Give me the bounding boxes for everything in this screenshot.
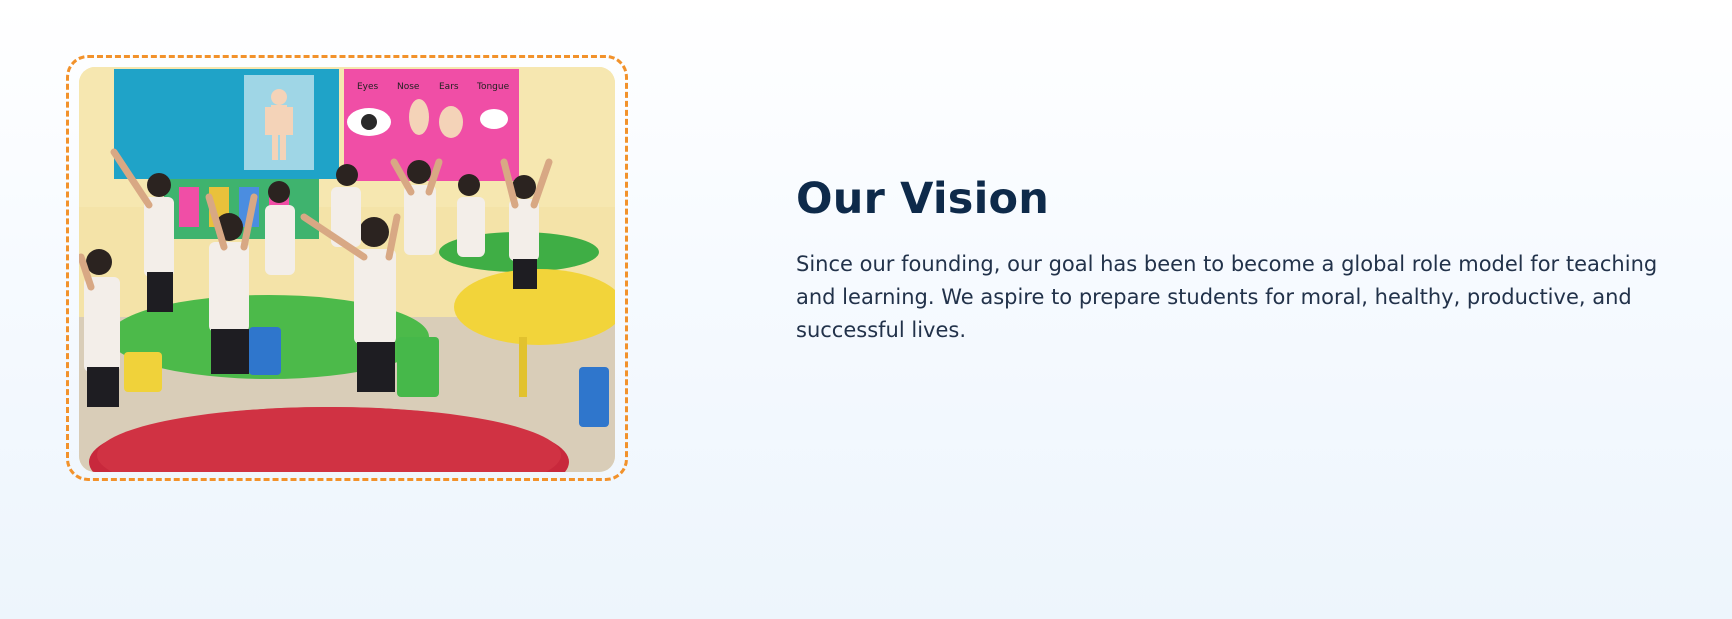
classroom-photo: Eyes Nose Ears Tongue [79, 67, 615, 472]
poster-label-eyes: Eyes [357, 82, 379, 92]
poster-label-nose: Nose [397, 82, 420, 92]
image-frame: Eyes Nose Ears Tongue [66, 55, 628, 481]
vision-text-block: Our Vision Since our founding, our goal … [796, 170, 1676, 347]
poster-label-ears: Ears [439, 82, 459, 92]
vision-heading: Our Vision [796, 174, 1050, 224]
poster-label-tongue: Tongue [476, 82, 510, 92]
vision-paragraph: Since our founding, our goal has been to… [796, 252, 1658, 342]
vision-section: Eyes Nose Ears Tongue Our Vision Since o… [0, 0, 1732, 619]
